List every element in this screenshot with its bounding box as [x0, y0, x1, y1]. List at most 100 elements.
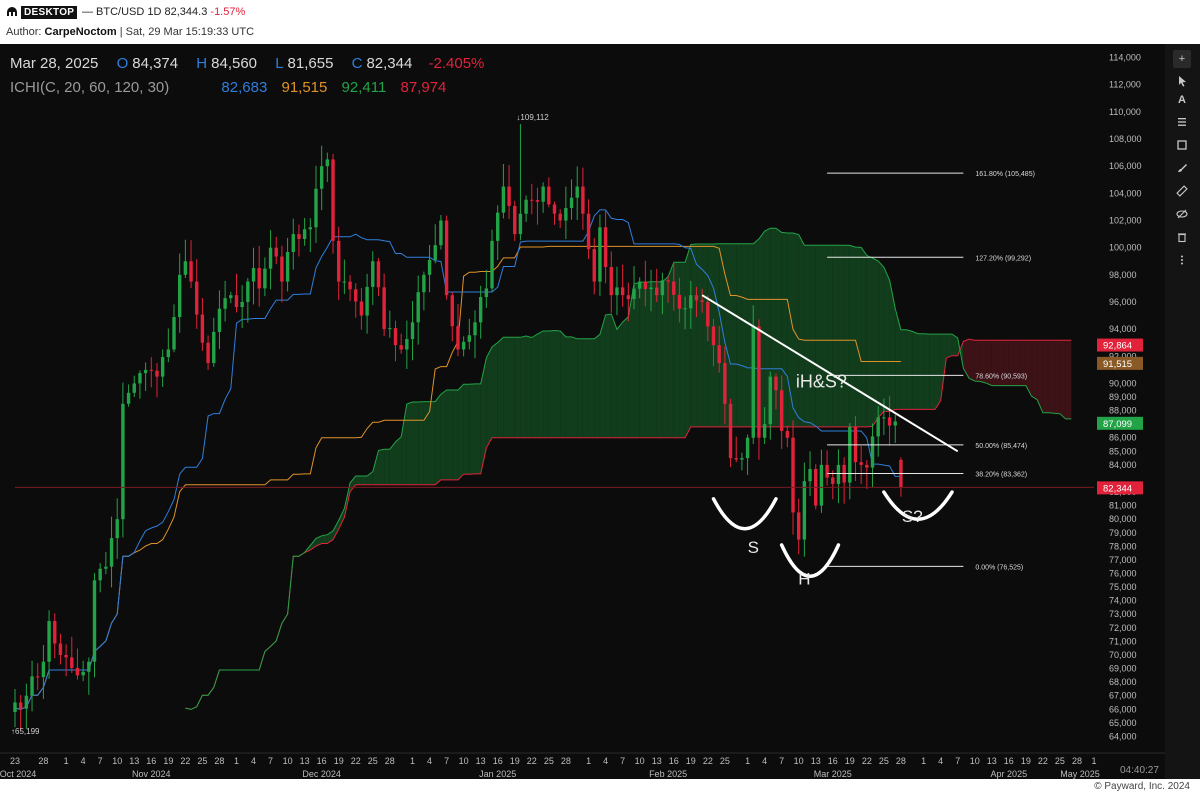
- candle: [603, 209, 608, 284]
- x-tick-label: 16: [828, 756, 838, 766]
- y-tick-label: 84,000: [1109, 460, 1137, 470]
- cloud-segment: [412, 401, 419, 485]
- x-tick-label: 25: [368, 756, 378, 766]
- y-tick-label: 79,000: [1109, 528, 1137, 538]
- plus-icon[interactable]: +: [1173, 50, 1191, 68]
- pattern-arc: [711, 497, 778, 531]
- candle-body: [433, 245, 437, 260]
- candle: [416, 275, 420, 345]
- author-name[interactable]: CarpeNoctom: [45, 26, 117, 38]
- candle-body: [399, 345, 403, 350]
- candle-body: [217, 308, 222, 332]
- time-axis: 23 28 1 4 7 10 13 16 19 22 25 28 1 4 7 10 13 16 19 22 25 28 1 4…: [0, 752, 1165, 779]
- candle: [376, 257, 381, 297]
- candle: [206, 335, 210, 371]
- x-tick-label: 19: [334, 756, 344, 766]
- text-icon[interactable]: A: [1176, 94, 1188, 106]
- ohlc-date: Mar 28, 2025: [10, 55, 99, 72]
- eye-off-icon[interactable]: [1176, 208, 1188, 220]
- candle-body: [87, 661, 91, 672]
- brush-icon[interactable]: [1176, 162, 1188, 174]
- candle-body: [552, 204, 557, 214]
- ruler-icon[interactable]: [1176, 185, 1188, 197]
- candle-body: [484, 288, 489, 298]
- ichimoku-legend[interactable]: ICHI(C, 20, 60, 120, 30) 82,683 91,515 9…: [10, 79, 446, 96]
- cloud-segment: [401, 403, 407, 485]
- cloud-segment: [855, 247, 862, 427]
- cloud-segment: [1054, 340, 1060, 414]
- logo-badge: DESKTOP: [21, 5, 78, 19]
- tenkan-value: 82,683: [221, 79, 268, 96]
- y-tick-label: 94,000: [1109, 324, 1137, 334]
- candle-body: [138, 373, 142, 384]
- cloud-segment: [361, 476, 368, 485]
- candle-body: [75, 667, 80, 676]
- candle-body: [132, 383, 136, 393]
- candle: [36, 663, 40, 691]
- candle: [518, 123, 523, 241]
- cloud-segment: [526, 335, 532, 438]
- x-tick-label: 7: [620, 756, 625, 766]
- candle: [444, 215, 449, 300]
- candle-body: [64, 654, 68, 658]
- author-line: Author: CarpeNoctom | Sat, 29 Mar 15:19:…: [6, 26, 254, 38]
- x-tick-label: 25: [1055, 756, 1065, 766]
- cloud-segment: [917, 333, 924, 410]
- candle-body: [410, 322, 415, 340]
- open-value: 84,374: [132, 55, 179, 72]
- close-value: 82,344: [366, 55, 413, 72]
- candle-body: [450, 295, 454, 327]
- candle-body: [711, 326, 716, 346]
- candle: [734, 436, 738, 463]
- pattern-annotation: iH&S?: [796, 371, 847, 391]
- candle: [98, 563, 102, 593]
- candle: [598, 214, 602, 296]
- candle-body: [13, 702, 17, 712]
- candle: [569, 179, 574, 220]
- candle: [183, 239, 188, 278]
- cloud-segment: [474, 383, 481, 474]
- candle: [64, 644, 68, 677]
- app-logo: DESKTOP: [6, 5, 78, 19]
- cloud-segment: [690, 244, 697, 427]
- candle: [291, 218, 295, 270]
- y-tick-label: 104,000: [1109, 188, 1142, 198]
- candle: [132, 375, 136, 398]
- candle: [18, 695, 23, 730]
- x-tick-label: 22: [527, 756, 537, 766]
- x-tick-label: 10: [459, 756, 469, 766]
- candle: [81, 660, 85, 682]
- drawing-toolbar: [1165, 44, 1200, 779]
- price-chart[interactable]: 161.80% (105,485) 127.20% (99,292) 78.60% …: [0, 44, 1165, 779]
- cloud-segment: [934, 334, 941, 410]
- candle-body: [825, 464, 829, 478]
- candle-body: [569, 197, 574, 209]
- more-icon[interactable]: [1176, 254, 1188, 266]
- candle-body: [183, 261, 188, 275]
- candle: [246, 278, 250, 323]
- candle-body: [416, 292, 420, 323]
- candle: [768, 371, 773, 440]
- candle-body: [649, 287, 653, 290]
- candle: [53, 613, 57, 659]
- trash-icon[interactable]: [1176, 231, 1188, 243]
- cursor-icon[interactable]: [1176, 75, 1188, 87]
- month-label: Jan 2025: [479, 769, 516, 779]
- list-icon[interactable]: [1176, 116, 1188, 128]
- candle-body: [808, 468, 812, 482]
- cloud-segment: [651, 281, 657, 438]
- candle: [564, 186, 568, 240]
- candle-body: [694, 295, 699, 301]
- square-icon[interactable]: [1176, 139, 1188, 151]
- candle: [484, 269, 489, 308]
- candle: [166, 328, 171, 363]
- price-tag-label: 92,864: [1103, 341, 1132, 352]
- cloud-segment: [548, 330, 555, 438]
- candle: [92, 573, 97, 678]
- cloud-segment: [679, 262, 686, 438]
- candle: [24, 683, 29, 729]
- fib-level-label: 78.60% (90,593): [975, 373, 1027, 380]
- candle: [121, 382, 125, 538]
- cloud-segment: [878, 260, 884, 418]
- y-tick-label: 90,000: [1109, 378, 1137, 388]
